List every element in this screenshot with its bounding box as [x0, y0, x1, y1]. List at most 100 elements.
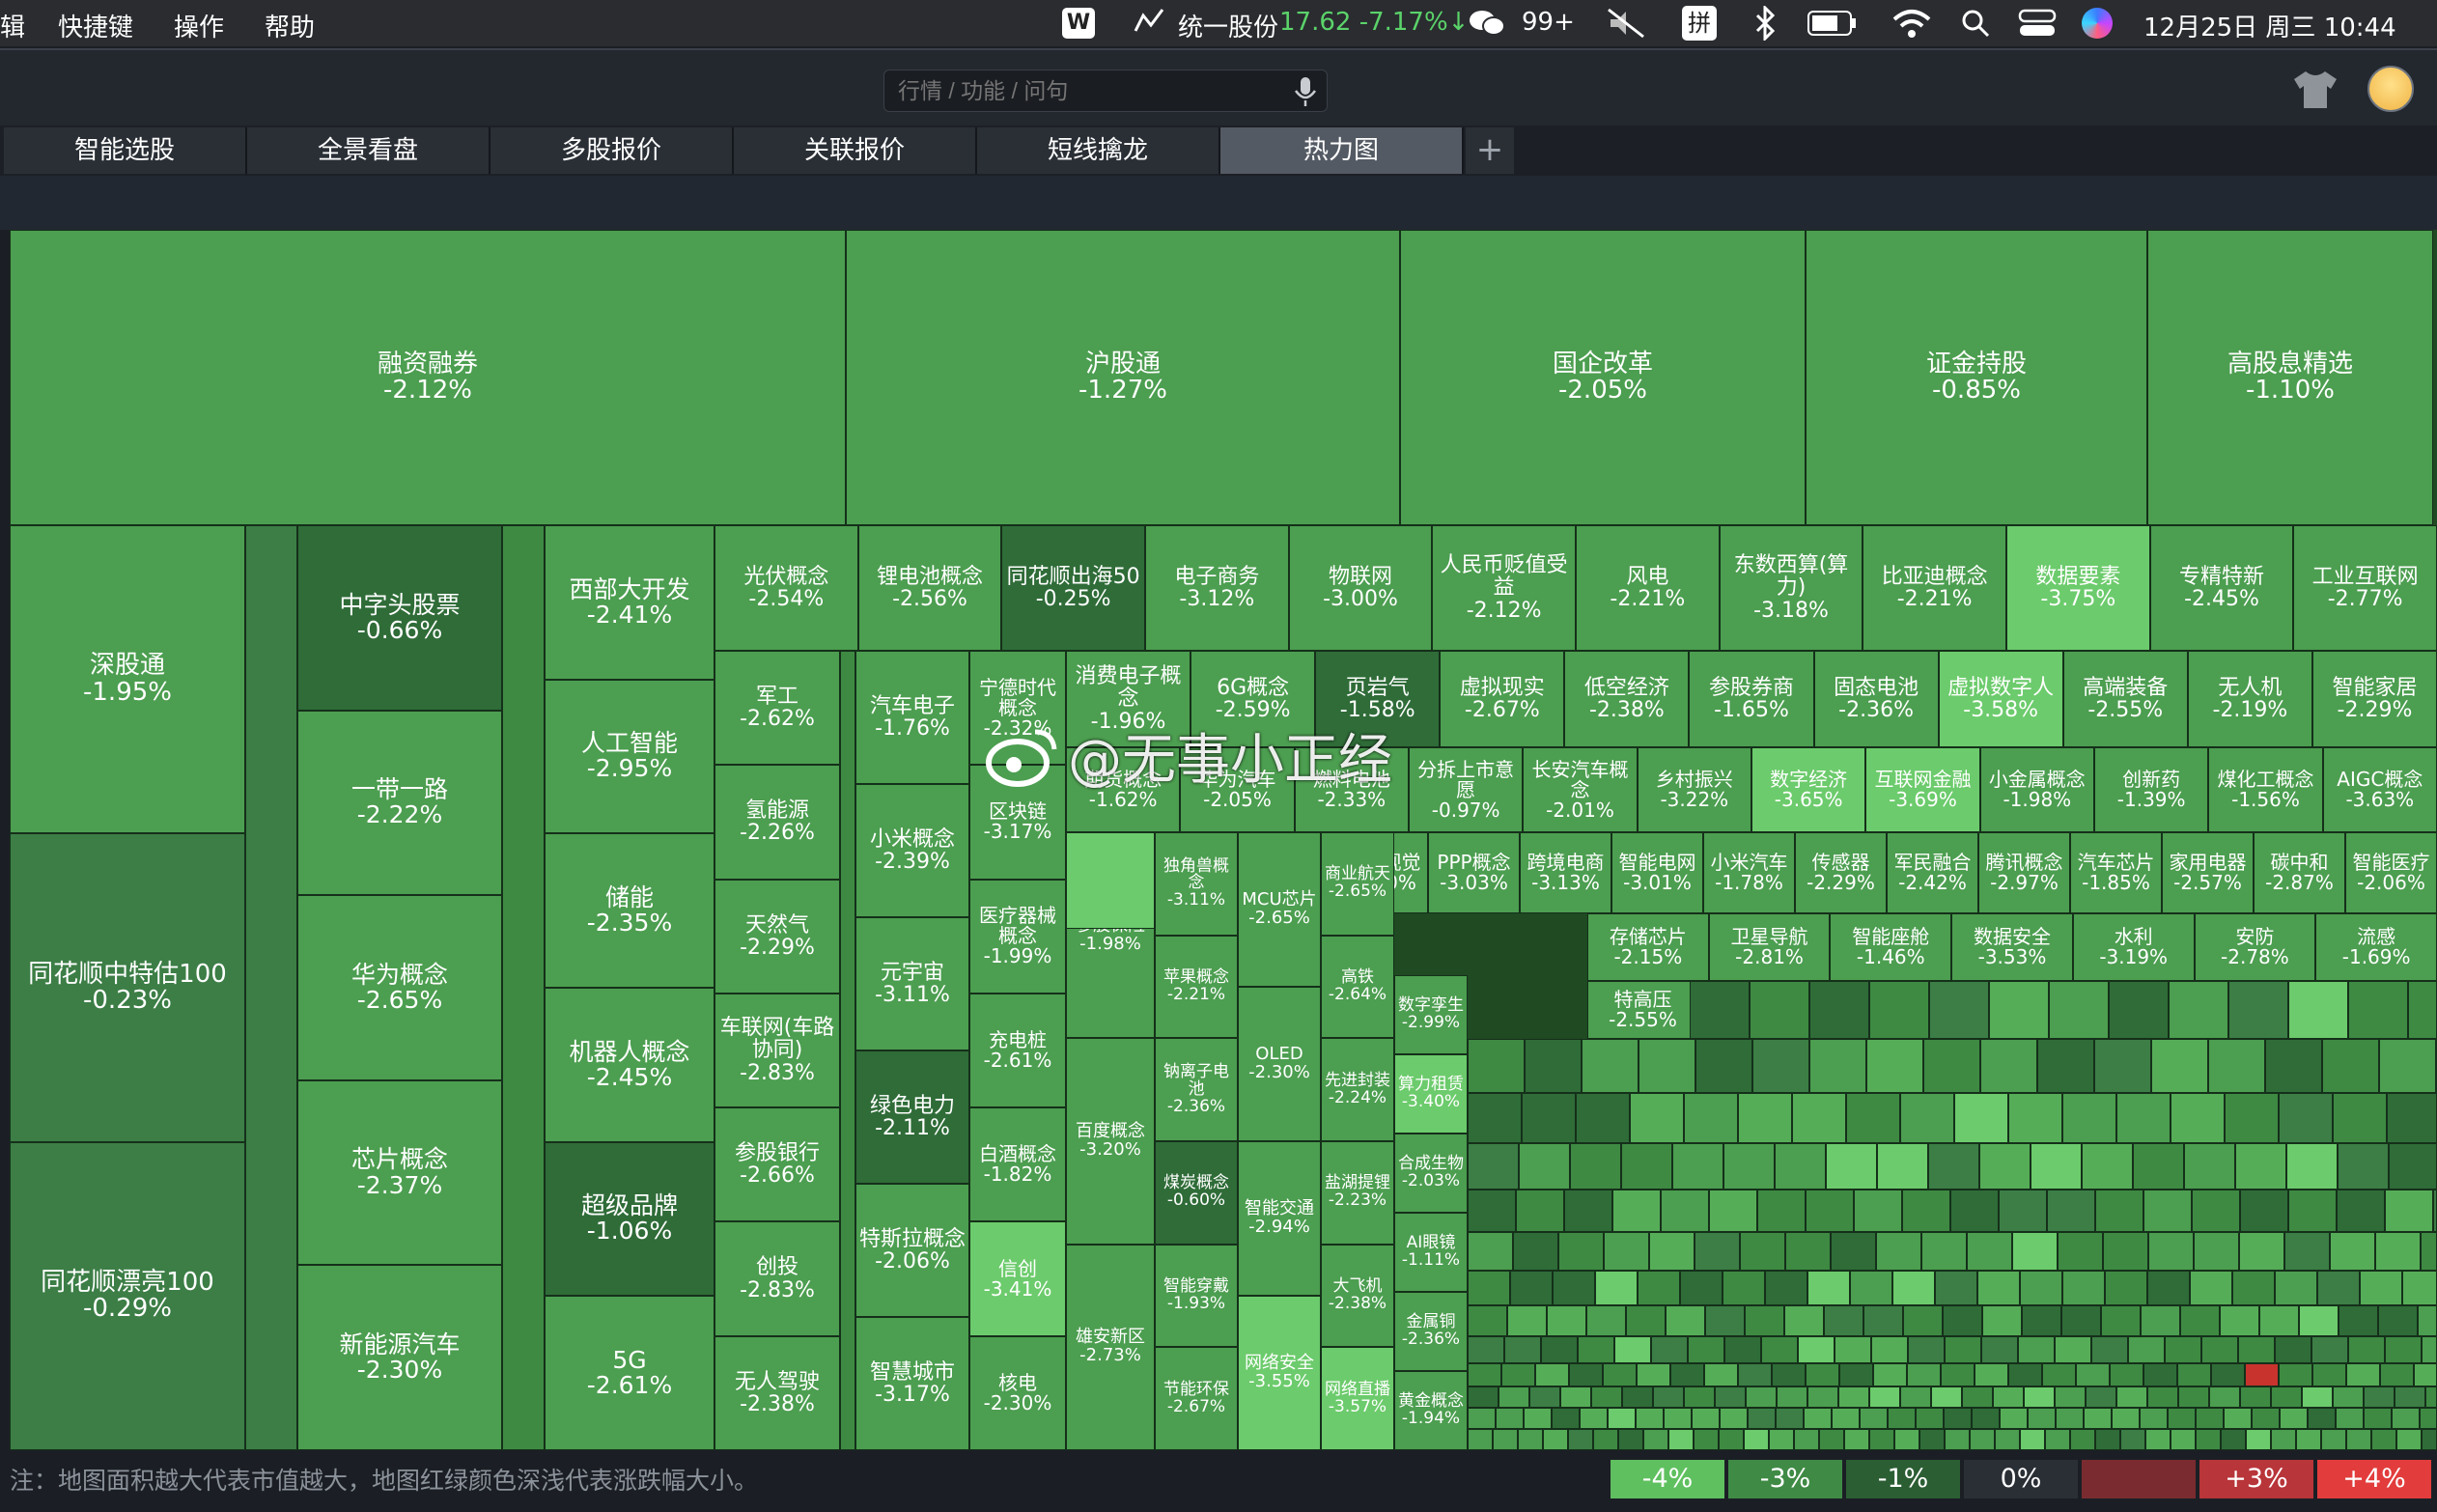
heatmap-cell[interactable]: 超级品牌 -1.06% [545, 1141, 714, 1297]
heatmap-cell[interactable]: 小米概念 -2.39% [855, 784, 969, 917]
add-tab-button[interactable]: + [1466, 127, 1514, 174]
heatmap-cell[interactable] [1552, 1408, 1580, 1429]
heatmap-cell[interactable] [2196, 1429, 2221, 1450]
heatmap-cell[interactable] [502, 525, 545, 1450]
heatmap-cell[interactable] [1591, 1386, 1622, 1408]
heatmap-cell[interactable] [2333, 1386, 2364, 1408]
heatmap-cell[interactable] [1553, 1271, 1595, 1305]
heatmap-cell[interactable] [1738, 1093, 1792, 1143]
heatmap-cell[interactable] [2296, 1429, 2321, 1450]
heatmap-cell[interactable] [1499, 1386, 1529, 1408]
heatmap-cell[interactable] [2151, 1039, 2208, 1093]
heatmap-cell[interactable] [2103, 1232, 2148, 1271]
heatmap-cell[interactable] [1595, 1271, 1638, 1305]
heatmap-cell[interactable]: 无人机 -2.19% [2187, 651, 2312, 747]
heatmap-cell[interactable]: 储能 -2.35% [545, 833, 714, 988]
heatmap-cell[interactable] [2378, 1305, 2418, 1336]
heatmap-cell[interactable] [2109, 981, 2169, 1039]
heatmap-cell[interactable] [1923, 1039, 1980, 1093]
heatmap-cell[interactable] [2228, 981, 2288, 1039]
heatmap-cell[interactable]: 大飞机 -2.38% [1321, 1244, 1394, 1348]
heatmap-cell[interactable] [2196, 1408, 2224, 1429]
heatmap-cell[interactable] [1807, 1386, 1838, 1408]
heatmap-cell[interactable]: 核电 -2.30% [969, 1335, 1066, 1450]
heatmap-cell[interactable] [1777, 1386, 1807, 1408]
heatmap-cell[interactable] [1980, 1039, 2037, 1093]
heatmap-cell[interactable] [2190, 1271, 2232, 1305]
heatmap-cell[interactable] [1970, 1429, 1995, 1450]
heatmap-cell[interactable] [2008, 1363, 2042, 1386]
heatmap-cell[interactable]: 智能交通 -2.94% [1238, 1141, 1321, 1296]
spotlight-search-icon[interactable] [1960, 8, 1991, 39]
heatmap-cell[interactable]: 固态电池 -2.36% [1813, 651, 1939, 747]
heatmap-cell[interactable] [1723, 1143, 1775, 1190]
heatmap-cell[interactable] [2337, 1190, 2385, 1232]
wps-icon[interactable]: W [1062, 8, 1095, 39]
heatmap-cell[interactable] [1975, 1363, 2008, 1386]
tab-panorama[interactable]: 全景看盘 [247, 127, 490, 174]
heatmap-cell[interactable]: 高铁 -2.64% [1321, 935, 1394, 1039]
heatmap-cell[interactable] [1979, 1143, 2031, 1190]
heatmap-cell[interactable] [1547, 1305, 1586, 1336]
heatmap-cell[interactable] [2192, 1190, 2240, 1232]
heatmap-cell[interactable] [1618, 1429, 1643, 1450]
heatmap-cell[interactable] [1468, 1271, 1510, 1305]
heatmap-cell[interactable] [2235, 1143, 2286, 1190]
heatmap-cell[interactable]: 先进封装 -2.24% [1321, 1038, 1394, 1141]
menu-shortcuts[interactable]: 快捷键 [58, 8, 133, 43]
heatmap-cell[interactable] [2061, 1305, 2101, 1336]
heatmap-cell[interactable] [1720, 1408, 1748, 1429]
heatmap-cell[interactable]: 乡村振兴 -3.22% [1637, 747, 1751, 832]
heatmap-cell[interactable]: 汽车芯片 -1.85% [2070, 832, 2162, 913]
heatmap-cell[interactable] [1570, 1143, 1621, 1190]
heatmap-cell[interactable] [1578, 1336, 1614, 1363]
heatmap-cell[interactable] [1603, 1363, 1637, 1386]
heatmap-cell[interactable] [2128, 1336, 2165, 1363]
heatmap-cell[interactable] [1954, 1093, 2008, 1143]
heatmap-cell[interactable] [1614, 1336, 1651, 1363]
heatmap-cell[interactable] [2380, 1363, 2414, 1386]
heatmap-cell[interactable] [1950, 1190, 1999, 1232]
heatmap-cell[interactable] [2112, 1408, 2140, 1429]
heatmap-cell[interactable] [1621, 1143, 1672, 1190]
heatmap-cell[interactable] [1516, 1190, 1564, 1232]
heatmap-cell[interactable] [2116, 1093, 2171, 1143]
heatmap-cell[interactable] [1695, 1232, 1740, 1271]
heatmap-cell[interactable] [2375, 1232, 2421, 1271]
heatmap-cell[interactable] [2194, 1232, 2239, 1271]
heatmap-cell[interactable]: AIGC概念 -3.63% [2322, 747, 2437, 832]
heatmap-cell[interactable]: 元宇宙 -3.11% [855, 917, 969, 1050]
heatmap-cell[interactable] [1962, 1386, 1993, 1408]
heatmap-cell[interactable] [2055, 1386, 2086, 1408]
control-center-icon[interactable] [2018, 8, 2057, 39]
heatmap-cell[interactable] [1670, 1363, 1704, 1386]
heatmap-cell[interactable]: 创投 -2.83% [714, 1221, 840, 1336]
microphone-icon[interactable] [1292, 75, 1319, 108]
heatmap-cell[interactable]: 天然气 -2.29% [714, 879, 840, 994]
wifi-icon[interactable] [1892, 8, 1931, 39]
heatmap-cell[interactable] [1723, 1271, 1765, 1305]
heatmap-cell[interactable] [2224, 1408, 2252, 1429]
heatmap-cell[interactable] [1636, 1408, 1664, 1429]
heatmap-cell[interactable] [1630, 1093, 1684, 1143]
heatmap-cell[interactable] [2271, 1429, 2296, 1450]
heatmap-cell[interactable] [2312, 1363, 2346, 1386]
heatmap-cell[interactable] [1765, 1271, 1807, 1305]
heatmap-cell[interactable]: 商业航天 -2.65% [1321, 832, 1394, 936]
heatmap-cell[interactable] [2288, 1190, 2337, 1232]
heatmap-cell[interactable] [2317, 1271, 2360, 1305]
heatmap-cell[interactable] [2252, 1408, 2280, 1429]
heatmap-cell[interactable] [2299, 1305, 2339, 1336]
heatmap-cell[interactable] [1921, 1232, 1967, 1271]
heatmap-cell[interactable] [2238, 1336, 2275, 1363]
heatmap-cell[interactable] [2420, 1408, 2437, 1429]
heatmap-cell[interactable] [2421, 1232, 2437, 1271]
heatmap-cell[interactable] [2020, 1429, 2045, 1450]
heatmap-cell[interactable]: AI眼镜 -1.11% [1394, 1213, 1468, 1292]
heatmap-cell[interactable]: 低空经济 -2.38% [1564, 651, 1690, 747]
heatmap-cell[interactable] [1694, 1429, 1719, 1450]
heatmap-cell[interactable]: 机器人概念 -2.45% [545, 988, 714, 1142]
heatmap-cell[interactable] [1637, 1363, 1670, 1386]
heatmap-cell[interactable] [1869, 1429, 1894, 1450]
heatmap-cell[interactable]: 安防 -2.78% [2194, 913, 2316, 981]
